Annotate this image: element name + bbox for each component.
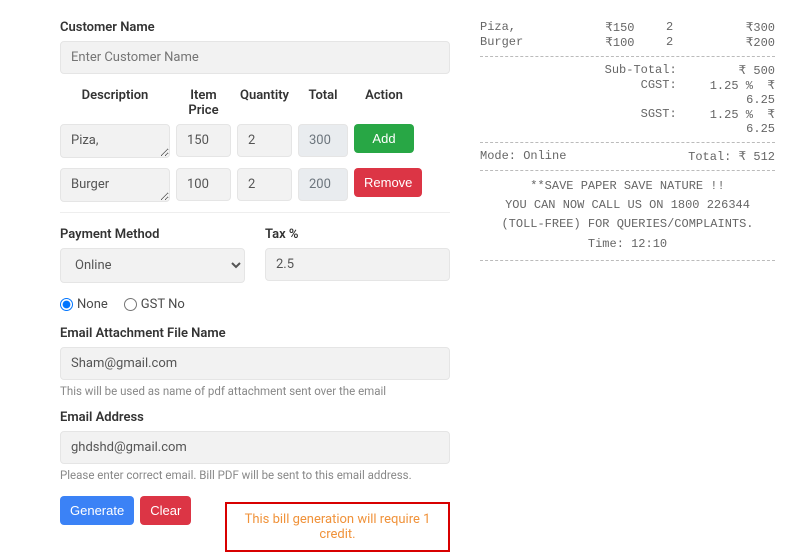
receipt-divider [480,142,775,143]
receipt-sgst: SGST:1.25 % ₹ 6.25 [480,107,775,136]
payment-method-select[interactable]: Online [60,248,245,283]
receipt-preview: Piza, ₹150 2 ₹300 Burger ₹100 2 ₹200 Sub… [470,0,790,552]
receipt-subtotal: Sub-Total:₹ 500 [480,63,775,78]
item-total [298,168,348,201]
item-price-input[interactable] [176,124,231,157]
attachment-hint: This will be used as name of pdf attachm… [60,384,450,398]
items-header: Description Item Price Quantity Total Ac… [60,88,450,118]
hdr-price: Item Price [176,88,231,118]
item-desc-input[interactable]: Piza, [60,124,170,158]
gst-none-option[interactable]: None [60,297,108,312]
gst-none-label: None [77,297,108,312]
receipt-cgst: CGST:1.25 % ₹ 6.25 [480,78,775,107]
receipt-divider [480,170,775,171]
item-row: Burger Remove [60,168,450,202]
item-row: Piza, Add [60,124,450,158]
add-button[interactable]: Add [354,124,414,153]
customer-name-label: Customer Name [60,20,450,35]
email-hint: Please enter correct email. Bill PDF wil… [60,468,450,482]
receipt-total-line: Mode: Online Total: ₹ 512 [480,149,775,164]
customer-name-input[interactable] [60,41,450,74]
hdr-description: Description [60,88,170,118]
receipt-item: Piza, ₹150 2 ₹300 [480,20,775,35]
payment-method-label: Payment Method [60,227,245,242]
gst-none-radio[interactable] [60,298,73,311]
email-input[interactable] [60,431,450,464]
item-desc-input[interactable]: Burger [60,168,170,202]
tax-label: Tax % [265,227,450,242]
item-qty-input[interactable] [237,168,292,201]
gst-no-radio[interactable] [124,298,137,311]
gst-radio-group: None GST No [60,297,450,312]
tax-input[interactable] [265,248,450,281]
hdr-qty: Quantity [237,88,292,118]
item-price-input[interactable] [176,168,231,201]
credit-note: This bill generation will require 1 cred… [225,502,450,552]
receipt-divider [480,56,775,57]
attachment-input[interactable] [60,347,450,380]
item-qty-input[interactable] [237,124,292,157]
hdr-action: Action [354,88,414,118]
gst-no-label: GST No [141,297,185,312]
receipt-item: Burger ₹100 2 ₹200 [480,35,775,50]
receipt-footer: **SAVE PAPER SAVE NATURE !! YOU CAN NOW … [480,177,775,254]
remove-button[interactable]: Remove [354,168,422,197]
generate-button[interactable]: Generate [60,496,134,525]
clear-button[interactable]: Clear [140,496,191,525]
item-total [298,124,348,157]
divider [60,212,450,213]
gst-no-option[interactable]: GST No [124,297,185,312]
hdr-total: Total [298,88,348,118]
email-label: Email Address [60,410,450,425]
attachment-label: Email Attachment File Name [60,326,450,341]
receipt-divider [480,260,775,261]
